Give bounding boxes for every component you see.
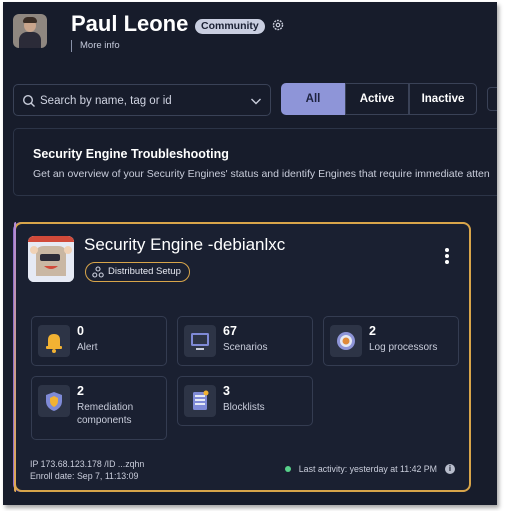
stat-value: 67 [223,324,237,338]
avatar[interactable] [13,14,47,48]
engine-meta: IP 173.68.123.178 /ID ...zqhn Enroll dat… [30,458,144,482]
status-filter-group: All Active Inactive [281,83,477,115]
engine-mascot-logo [28,236,74,282]
distributed-setup-label: Distributed Setup [108,266,181,277]
search-field[interactable] [13,84,271,116]
stat-label: Alert [77,342,98,353]
app-frame: Paul Leone Community More info All Activ… [3,2,497,505]
filter-all-button[interactable]: All [281,83,345,115]
search-input[interactable] [40,91,240,111]
page-title: Paul Leone [71,11,189,36]
engine-name: Security Engine -debianlxc [84,235,286,254]
search-icon [22,94,35,107]
stat-value: 2 [77,384,84,398]
monitor-icon [184,325,216,357]
bell-icon [38,325,70,357]
document-list-icon [184,385,216,417]
more-info-link[interactable]: More info [71,40,120,52]
stat-label: Log processors [369,342,438,353]
gear-icon[interactable] [271,18,285,32]
last-activity-text: Last activity: yesterday at 11:42 PM [298,464,437,474]
chevron-down-icon[interactable] [250,96,262,106]
stat-value: 0 [77,324,84,338]
stat-value: 2 [369,324,376,338]
filter-active-button[interactable]: Active [345,83,409,115]
stat-label: Scenarios [223,342,268,353]
stat-alerts[interactable]: 0 Alert [31,316,167,366]
more-options-icon[interactable] [445,248,449,266]
engine-enroll-date: Enroll date: Sep 7, 11:13:09 [30,471,139,481]
stat-value: 3 [223,384,230,398]
filter-inactive-button[interactable]: Inactive [409,83,477,115]
target-icon [330,325,362,357]
last-activity: Last activity: yesterday at 11:42 PM i [284,464,455,474]
network-icon [92,266,104,278]
banner-title: Security Engine Troubleshooting [33,147,229,161]
stat-remediation-components[interactable]: 2 Remediation components [31,376,167,440]
stat-label: Remediation components [77,402,134,426]
security-engine-card[interactable]: Security Engine -debianlxc Distributed S… [14,222,471,492]
stat-label: Blocklists [223,402,265,413]
engine-ip-id: IP 173.68.123.178 /ID ...zqhn [30,459,145,469]
troubleshooting-banner[interactable]: Security Engine Troubleshooting Get an o… [13,128,497,196]
stat-blocklists[interactable]: 3 Blocklists [177,376,313,426]
status-online-dot [284,466,291,472]
filter-overflow-button[interactable] [487,87,497,111]
plan-badge: Community [195,19,265,34]
stat-log-processors[interactable]: 2 Log processors [323,316,459,366]
info-icon[interactable]: i [445,464,455,474]
banner-description: Get an overview of your Security Engines… [33,168,490,180]
distributed-setup-badge: Distributed Setup [85,262,190,282]
stat-scenarios[interactable]: 67 Scenarios [177,316,313,366]
shield-icon [38,385,70,417]
